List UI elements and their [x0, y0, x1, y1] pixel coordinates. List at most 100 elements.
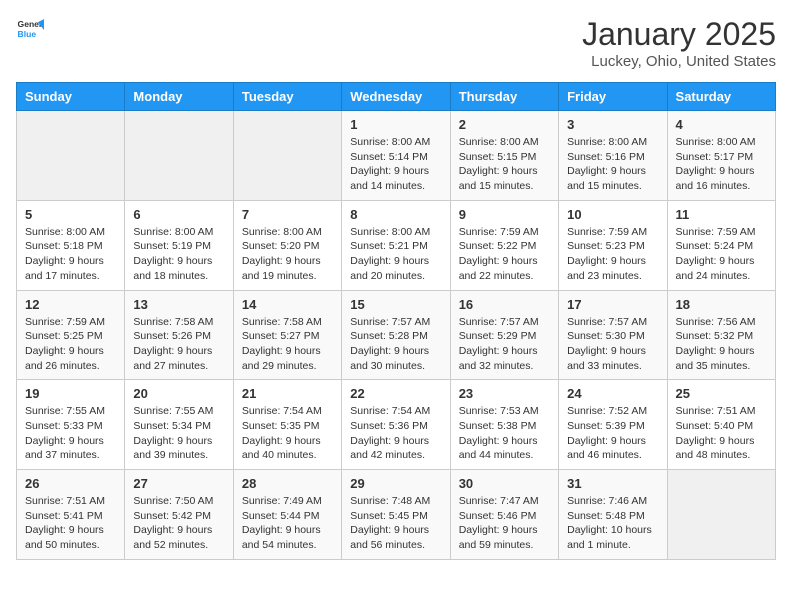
day-info: Sunrise: 8:00 AMSunset: 5:15 PMDaylight:… — [459, 135, 550, 194]
day-number: 7 — [242, 207, 333, 222]
day-info: Sunrise: 7:56 AMSunset: 5:32 PMDaylight:… — [676, 315, 767, 374]
week-row-1: 1 Sunrise: 8:00 AMSunset: 5:14 PMDaylight… — [17, 111, 776, 201]
day-number: 1 — [350, 117, 441, 132]
day-number: 13 — [133, 297, 224, 312]
header-day-friday: Friday — [559, 83, 667, 111]
page-header: General Blue January 2025 Luckey, Ohio, … — [16, 16, 776, 70]
calendar-cell: 8 Sunrise: 8:00 AMSunset: 5:21 PMDaylight… — [342, 200, 450, 290]
day-info: Sunrise: 7:53 AMSunset: 5:38 PMDaylight:… — [459, 404, 550, 463]
day-info: Sunrise: 7:59 AMSunset: 5:23 PMDaylight:… — [567, 225, 658, 284]
calendar-cell: 10Sunrise: 7:59 AMSunset: 5:23 PMDayligh… — [559, 200, 667, 290]
title-block: January 2025 Luckey, Ohio, United States — [582, 16, 776, 70]
header-day-saturday: Saturday — [667, 83, 775, 111]
day-info: Sunrise: 7:58 AMSunset: 5:26 PMDaylight:… — [133, 315, 224, 374]
calendar-cell: 26 Sunrise: 7:51 AMSunset: 5:41 PMDayligh… — [17, 470, 125, 560]
week-row-2: 5Sunrise: 8:00 AMSunset: 5:18 PMDaylight… — [17, 200, 776, 290]
calendar-table: SundayMondayTuesdayWednesdayThursdayFrid… — [16, 82, 776, 560]
calendar-cell: 21Sunrise: 7:54 AMSunset: 5:35 PMDayligh… — [233, 380, 341, 470]
day-number: 15 — [350, 297, 441, 312]
day-info: Sunrise: 8:00 AMSunset: 5:14 PMDaylight:… — [350, 135, 441, 194]
day-info: Sunrise: 7:51 AMSunset: 5:41 PMDaylight:… — [25, 494, 116, 553]
calendar-cell: 23 Sunrise: 7:53 AMSunset: 5:38 PMDayligh… — [450, 380, 558, 470]
calendar-cell: 19 Sunrise: 7:55 AMSunset: 5:33 PMDayligh… — [17, 380, 125, 470]
day-info: Sunrise: 7:52 AMSunset: 5:39 PMDaylight:… — [567, 404, 658, 463]
calendar-cell: 17 Sunrise: 7:57 AMSunset: 5:30 PMDayligh… — [559, 290, 667, 380]
calendar-cell: 28 Sunrise: 7:49 AMSunset: 5:44 PMDayligh… — [233, 470, 341, 560]
calendar-cell: 30 Sunrise: 7:47 AMSunset: 5:46 PMDayligh… — [450, 470, 558, 560]
day-number: 30 — [459, 476, 550, 491]
day-number: 25 — [676, 386, 767, 401]
day-number: 23 — [459, 386, 550, 401]
week-row-5: 26 Sunrise: 7:51 AMSunset: 5:41 PMDayligh… — [17, 470, 776, 560]
day-info: Sunrise: 7:59 AMSunset: 5:24 PMDaylight:… — [676, 225, 767, 284]
day-info: Sunrise: 7:47 AMSunset: 5:46 PMDaylight:… — [459, 494, 550, 553]
day-number: 28 — [242, 476, 333, 491]
calendar-cell: 9Sunrise: 7:59 AMSunset: 5:22 PMDaylight… — [450, 200, 558, 290]
header-day-sunday: Sunday — [17, 83, 125, 111]
calendar-cell — [667, 470, 775, 560]
header-day-wednesday: Wednesday — [342, 83, 450, 111]
calendar-cell: 20Sunrise: 7:55 AMSunset: 5:34 PMDayligh… — [125, 380, 233, 470]
calendar-cell — [233, 111, 341, 201]
header-day-monday: Monday — [125, 83, 233, 111]
calendar-cell — [17, 111, 125, 201]
header-day-tuesday: Tuesday — [233, 83, 341, 111]
calendar-cell: 25 Sunrise: 7:51 AMSunset: 5:40 PMDayligh… — [667, 380, 775, 470]
header-day-thursday: Thursday — [450, 83, 558, 111]
logo: General Blue — [16, 16, 44, 44]
day-number: 17 — [567, 297, 658, 312]
day-info: Sunrise: 8:00 AMSunset: 5:18 PMDaylight:… — [25, 225, 116, 284]
calendar-cell: 27 Sunrise: 7:50 AMSunset: 5:42 PMDayligh… — [125, 470, 233, 560]
day-info: Sunrise: 8:00 AMSunset: 5:20 PMDaylight:… — [242, 225, 333, 284]
logo-icon: General Blue — [16, 16, 44, 44]
calendar-cell — [125, 111, 233, 201]
day-number: 31 — [567, 476, 658, 491]
day-info: Sunrise: 8:00 AMSunset: 5:16 PMDaylight:… — [567, 135, 658, 194]
day-info: Sunrise: 7:57 AMSunset: 5:28 PMDaylight:… — [350, 315, 441, 374]
day-number: 4 — [676, 117, 767, 132]
location: Luckey, Ohio, United States — [582, 53, 776, 70]
day-info: Sunrise: 8:00 AMSunset: 5:17 PMDaylight:… — [676, 135, 767, 194]
day-info: Sunrise: 7:51 AMSunset: 5:40 PMDaylight:… — [676, 404, 767, 463]
day-number: 6 — [133, 207, 224, 222]
calendar-cell: 13 Sunrise: 7:58 AMSunset: 5:26 PMDayligh… — [125, 290, 233, 380]
day-number: 11 — [676, 207, 767, 222]
day-info: Sunrise: 7:48 AMSunset: 5:45 PMDaylight:… — [350, 494, 441, 553]
calendar-cell: 24 Sunrise: 7:52 AMSunset: 5:39 PMDayligh… — [559, 380, 667, 470]
calendar-cell: 2 Sunrise: 8:00 AMSunset: 5:15 PMDaylight… — [450, 111, 558, 201]
day-number: 16 — [459, 297, 550, 312]
day-number: 26 — [25, 476, 116, 491]
calendar-cell: 18 Sunrise: 7:56 AMSunset: 5:32 PMDayligh… — [667, 290, 775, 380]
day-number: 14 — [242, 297, 333, 312]
calendar-cell: 31 Sunrise: 7:46 AMSunset: 5:48 PMDayligh… — [559, 470, 667, 560]
week-row-3: 12Sunrise: 7:59 AMSunset: 5:25 PMDayligh… — [17, 290, 776, 380]
day-number: 18 — [676, 297, 767, 312]
day-info: Sunrise: 7:50 AMSunset: 5:42 PMDaylight:… — [133, 494, 224, 553]
day-number: 8 — [350, 207, 441, 222]
day-number: 24 — [567, 386, 658, 401]
calendar-cell: 14 Sunrise: 7:58 AMSunset: 5:27 PMDayligh… — [233, 290, 341, 380]
day-number: 21 — [242, 386, 333, 401]
calendar-cell: 1 Sunrise: 8:00 AMSunset: 5:14 PMDaylight… — [342, 111, 450, 201]
calendar-cell: 7 Sunrise: 8:00 AMSunset: 5:20 PMDaylight… — [233, 200, 341, 290]
calendar-cell: 16 Sunrise: 7:57 AMSunset: 5:29 PMDayligh… — [450, 290, 558, 380]
day-info: Sunrise: 7:55 AMSunset: 5:33 PMDaylight:… — [25, 404, 116, 463]
day-info: Sunrise: 7:46 AMSunset: 5:48 PMDaylight:… — [567, 494, 658, 553]
day-number: 27 — [133, 476, 224, 491]
day-info: Sunrise: 7:49 AMSunset: 5:44 PMDaylight:… — [242, 494, 333, 553]
day-info: Sunrise: 7:57 AMSunset: 5:29 PMDaylight:… — [459, 315, 550, 374]
calendar-cell: 5Sunrise: 8:00 AMSunset: 5:18 PMDaylight… — [17, 200, 125, 290]
day-info: Sunrise: 7:55 AMSunset: 5:34 PMDaylight:… — [133, 404, 224, 463]
day-number: 12 — [25, 297, 116, 312]
day-info: Sunrise: 7:57 AMSunset: 5:30 PMDaylight:… — [567, 315, 658, 374]
day-number: 19 — [25, 386, 116, 401]
day-info: Sunrise: 8:00 AMSunset: 5:21 PMDaylight:… — [350, 225, 441, 284]
calendar-cell: 15 Sunrise: 7:57 AMSunset: 5:28 PMDayligh… — [342, 290, 450, 380]
week-row-4: 19 Sunrise: 7:55 AMSunset: 5:33 PMDayligh… — [17, 380, 776, 470]
calendar-cell: 3 Sunrise: 8:00 AMSunset: 5:16 PMDaylight… — [559, 111, 667, 201]
day-info: Sunrise: 7:58 AMSunset: 5:27 PMDaylight:… — [242, 315, 333, 374]
day-info: Sunrise: 8:00 AMSunset: 5:19 PMDaylight:… — [133, 225, 224, 284]
month-title: January 2025 — [582, 16, 776, 53]
day-number: 2 — [459, 117, 550, 132]
day-number: 3 — [567, 117, 658, 132]
